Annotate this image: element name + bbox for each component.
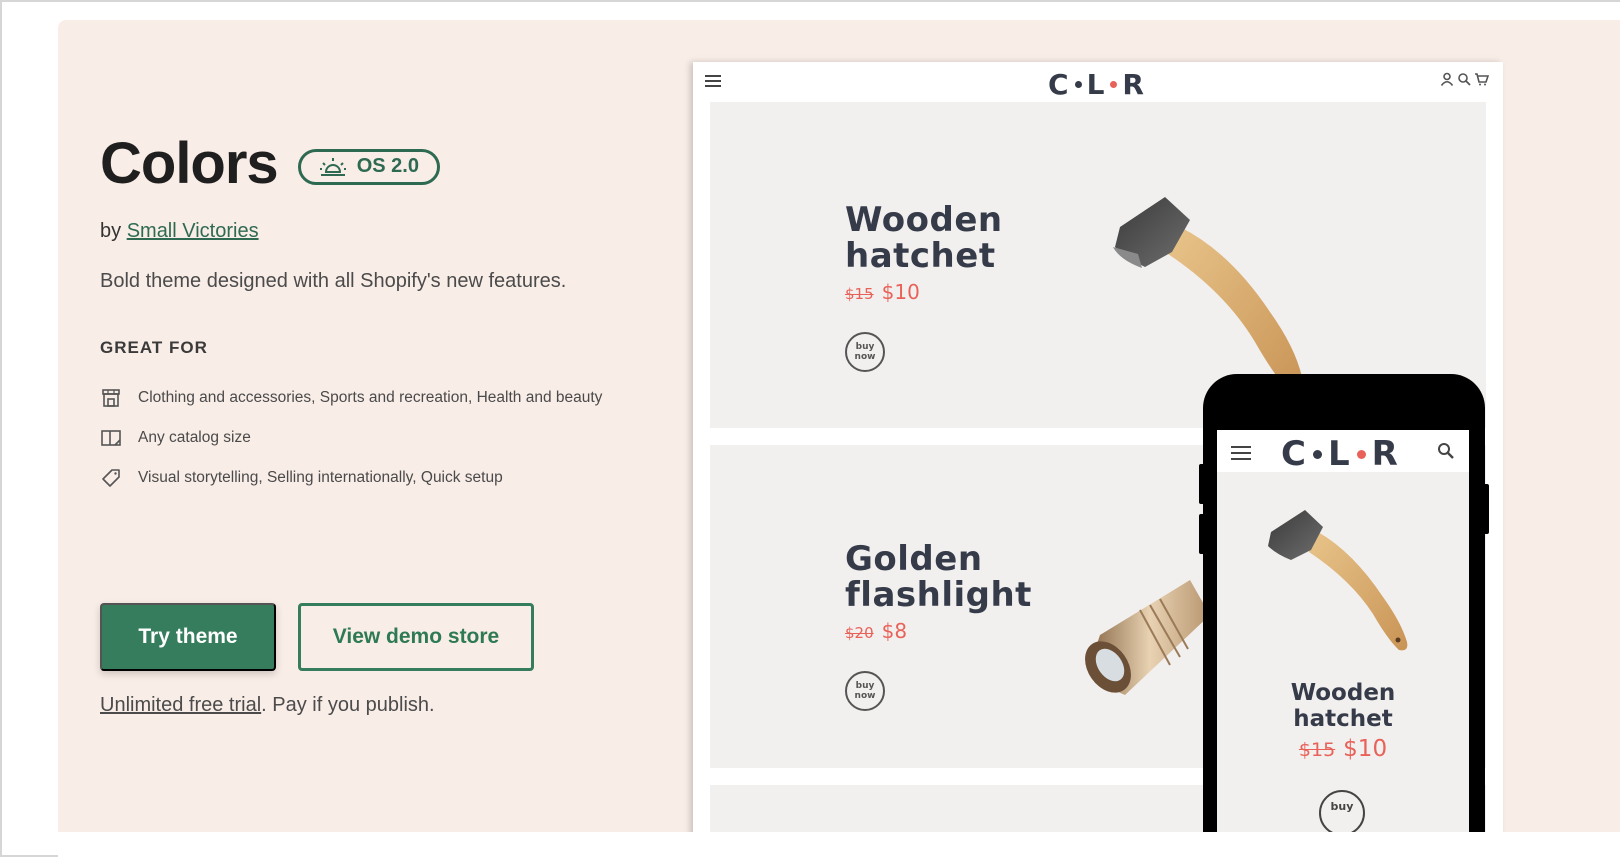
logo-letter-c: C — [1048, 68, 1070, 101]
buy-label: now — [854, 691, 876, 701]
view-demo-store-button[interactable]: View demo store — [298, 603, 534, 671]
hamburger-menu-icon — [705, 74, 721, 92]
buy-label: buy — [855, 342, 875, 352]
logo-dot-dark — [1312, 449, 1322, 459]
mobile-product-name: Wooden hatchet — [1217, 680, 1469, 732]
trial-note: Unlimited free trial. Pay if you publish… — [100, 694, 435, 717]
store-icon — [100, 387, 122, 409]
product-name-line: Wooden — [1290, 680, 1396, 706]
logo-letter-c: C — [1281, 434, 1307, 474]
feature-text: Any catalog size — [138, 429, 251, 446]
buy-now-button: buy now — [845, 671, 885, 711]
old-price: $20 — [845, 624, 874, 642]
new-price: $10 — [881, 280, 920, 304]
badge-label: OS 2.0 — [356, 155, 419, 177]
phone-side-button — [1483, 484, 1489, 534]
logo-letter-l: L — [1086, 68, 1106, 101]
product-name: Golden flashlight — [845, 541, 1032, 613]
product-name-line: hatchet — [845, 236, 996, 276]
product-name-line: flashlight — [845, 575, 1032, 615]
flashlight-image — [1085, 580, 1210, 695]
phone-header: C L R — [1217, 430, 1469, 474]
product-name-line: hatchet — [1293, 706, 1393, 732]
product-name-line: Wooden — [845, 200, 1003, 240]
preview-header-icons — [1440, 72, 1489, 86]
os-badge: OS 2.0 — [297, 148, 440, 185]
tag-icon — [100, 467, 122, 489]
features-list: Clothing and accessories, Sports and rec… — [100, 378, 602, 498]
author-link[interactable]: Small Victories — [127, 220, 259, 242]
theme-title: Colors — [100, 131, 279, 196]
catalog-icon — [100, 427, 122, 449]
feature-item: Visual storytelling, Selling internation… — [100, 458, 602, 498]
logo-dot-red — [1356, 449, 1366, 459]
hatchet-image — [1268, 510, 1408, 651]
logo-dot-red — [1110, 81, 1118, 88]
mobile-buy-button: buy — [1319, 790, 1365, 832]
cart-icon — [1475, 73, 1489, 86]
old-price: $15 — [1298, 739, 1336, 761]
phone-side-button — [1199, 464, 1205, 504]
theme-description: Bold theme designed with all Shopify's n… — [100, 270, 567, 292]
search-icon — [1438, 443, 1454, 459]
logo-dot-dark — [1074, 81, 1082, 88]
account-icon — [1440, 72, 1454, 86]
great-for-heading: GREAT FOR — [100, 338, 208, 357]
preview-logo: C L R — [1048, 68, 1145, 101]
trial-suffix: . Pay if you publish. — [261, 694, 435, 716]
buy-label: now — [854, 352, 876, 362]
logo-letter-l: L — [1327, 434, 1351, 474]
product-name-line: Golden — [845, 539, 983, 579]
page-bottom — [58, 832, 1620, 857]
feature-item: Any catalog size — [100, 418, 602, 458]
byline: by Small Victories — [100, 220, 259, 243]
hamburger-menu-icon — [1231, 446, 1251, 465]
try-theme-button[interactable]: Try theme — [100, 603, 276, 671]
mobile-product-price: $15 $10 — [1217, 736, 1469, 762]
product-name: Wooden hatchet — [845, 202, 1003, 274]
search-icon — [1458, 73, 1471, 86]
logo-letter-r: R — [1122, 68, 1145, 101]
new-price: $10 — [1343, 736, 1388, 762]
buy-label: buy — [855, 681, 875, 691]
product-price: $15 $10 — [845, 280, 920, 304]
new-price: $8 — [881, 619, 908, 643]
feature-text: Clothing and accessories, Sports and rec… — [138, 389, 603, 406]
product-price: $20 $8 — [845, 619, 907, 643]
preview-header: C L R — [693, 62, 1503, 102]
title-row: Colors OS 2.0 — [100, 130, 440, 197]
logo-letter-r: R — [1371, 434, 1399, 474]
phone-screen: C L R Wooden hatchet $15 $10 buy — [1217, 430, 1469, 832]
unlimited-free-trial-link[interactable]: Unlimited free trial — [100, 694, 261, 716]
theme-hero: Colors OS 2.0 by Small Victories Bold th… — [58, 20, 1620, 832]
feature-text: Visual storytelling, Selling internation… — [138, 469, 503, 486]
phone-logo: C L R — [1281, 434, 1399, 474]
byline-prefix: by — [100, 220, 122, 242]
buy-now-button: buy now — [845, 332, 885, 372]
old-price: $15 — [845, 285, 874, 303]
hatchet-image — [1113, 197, 1303, 393]
mobile-preview: C L R Wooden hatchet $15 $10 buy — [1199, 374, 1489, 832]
feature-item: Clothing and accessories, Sports and rec… — [100, 378, 602, 418]
sunrise-icon — [319, 157, 346, 176]
phone-side-button — [1199, 514, 1205, 554]
